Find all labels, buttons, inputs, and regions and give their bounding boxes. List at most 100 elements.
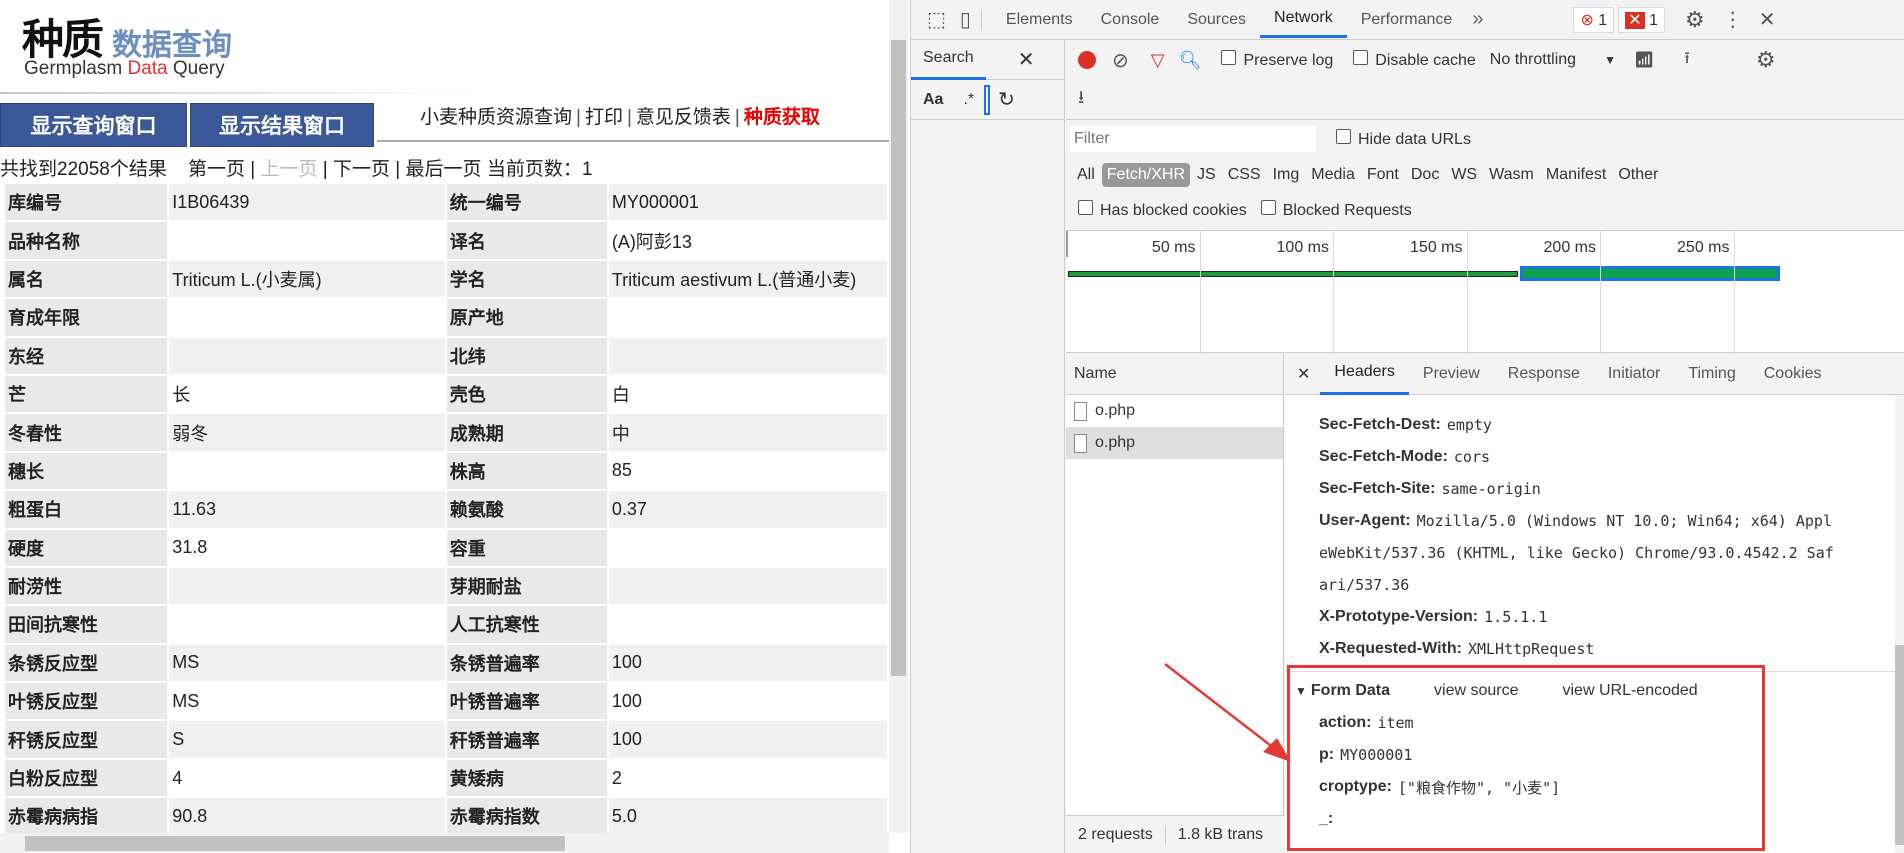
search-icon[interactable]: 🔍︎ [1179,50,1202,71]
field-label: 北纬 [444,335,609,376]
field-value [606,604,889,645]
import-har-icon[interactable]: ⭱ [1684,47,1690,74]
timeline-tick-label: 50 ms [1151,239,1196,256]
field-label: 株高 [444,450,609,492]
field-value [167,604,447,645]
field-value: 31.8 [167,527,447,568]
tab-headers[interactable]: Headers [1320,353,1409,395]
filter-icon[interactable]: ▽ [1151,50,1165,71]
close-details-icon[interactable]: ✕ [1297,364,1310,384]
table-row: 芒长壳色白 [2,373,889,415]
field-value: Triticum L.(小麦属) [167,258,447,300]
field-value: 85 [606,450,889,492]
export-har-icon[interactable]: ⭳ [1078,85,1084,115]
acquire-link[interactable]: 种质获取 [744,107,820,128]
search-input-caret[interactable] [984,84,991,115]
type-filter-font[interactable]: Font [1362,163,1404,187]
timeline-overview[interactable]: 50 ms 100 ms 150 ms 200 ms 250 ms [1066,231,1904,353]
horizontal-scroll-thumb[interactable] [25,836,565,851]
search-tab[interactable]: Search [911,40,986,80]
hide-data-urls-checkbox[interactable]: Hide data URLs [1336,129,1471,149]
network-conditions-icon[interactable]: 📶︎ [1634,50,1654,70]
tab-performance[interactable]: Performance [1347,1,1467,38]
request-row[interactable]: o.php [1066,427,1283,459]
issue-flag-icon: ✕ [1625,11,1645,29]
tab-elements[interactable]: Elements [992,1,1087,38]
name-column-header[interactable]: Name [1066,353,1283,395]
type-filter-js[interactable]: JS [1192,163,1221,187]
clipped-header [1285,395,1904,409]
record-icon[interactable] [1078,51,1096,69]
type-filter-manifest[interactable]: Manifest [1541,163,1611,187]
tab-preview[interactable]: Preview [1409,353,1494,395]
settings-icon[interactable]: ⚙ [1685,7,1705,33]
blocked-cookies-checkbox[interactable]: Has blocked cookies [1078,200,1247,220]
refresh-icon[interactable]: ↻ [998,87,1015,112]
show-query-window-button[interactable]: 显示查询窗口 [0,103,187,147]
tab-cookies[interactable]: Cookies [1750,353,1836,395]
type-filter-all[interactable]: All [1072,163,1100,187]
table-row: 东经 北纬 [2,335,889,376]
field-label: 叶锈反应型 [2,681,170,722]
table-row: 田间抗寒性 人工抗寒性 [2,604,889,645]
tab-response[interactable]: Response [1494,353,1594,395]
wheat-query-link[interactable]: 小麦种质资源查询 [420,107,572,128]
more-options-icon[interactable]: ⋮ [1723,7,1743,32]
type-filter-doc[interactable]: Doc [1406,163,1444,187]
first-page-link[interactable]: 第一页 [188,159,245,180]
tab-sources[interactable]: Sources [1173,1,1260,38]
tab-timing[interactable]: Timing [1674,353,1749,395]
view-source-link[interactable]: view source [1434,682,1518,700]
disable-cache-checkbox[interactable]: Disable cache [1353,50,1476,70]
field-label: 白粉反应型 [2,757,170,799]
field-value [606,565,889,607]
field-label: 硬度 [2,527,170,568]
type-filter-ws[interactable]: WS [1446,163,1482,187]
search-panel: Search ✕ Aa .* ↻ [911,40,1065,853]
form-data-title[interactable]: Form Data [1311,682,1390,700]
more-tabs-button[interactable]: » [1472,8,1483,31]
print-link[interactable]: 打印 [585,107,623,128]
tab-initiator[interactable]: Initiator [1594,353,1674,395]
timeline-tick-label: 200 ms [1543,239,1596,256]
details-scrollbar[interactable] [1895,395,1904,853]
last-page-link[interactable]: 最后一页 [406,159,482,180]
type-filter-img[interactable]: Img [1268,163,1305,187]
throttling-select[interactable]: No throttling ▼ [1490,51,1616,69]
field-value: 0.37 [606,489,889,530]
filter-input[interactable] [1070,126,1316,152]
issues-count-badge[interactable]: ✕ 1 [1618,6,1665,33]
close-search-icon[interactable]: ✕ [1018,47,1035,72]
match-case-button[interactable]: Aa [923,91,943,109]
type-filter-css[interactable]: CSS [1223,163,1266,187]
preserve-log-checkbox[interactable]: Preserve log [1221,50,1333,70]
header-row: X-Requested-With: XMLHttpRequest [1319,633,1904,665]
type-filter-media[interactable]: Media [1306,163,1360,187]
tab-network[interactable]: Network [1260,1,1347,38]
field-label: 穗长 [2,450,170,492]
header-value: same-origin [1441,480,1541,498]
type-filter-fetch-xhr[interactable]: Fetch/XHR [1101,163,1191,187]
timeline-gridline [1600,231,1601,353]
network-settings-icon[interactable]: ⚙ [1756,47,1776,73]
header-row: X-Prototype-Version: 1.5.1.1 [1319,601,1904,633]
field-value: 4 [167,757,447,799]
feedback-link[interactable]: 意见反馈表 [636,107,731,128]
blocked-requests-checkbox[interactable]: Blocked Requests [1260,200,1412,220]
vertical-scroll-thumb[interactable] [891,40,906,676]
error-count-badge[interactable]: ⊗ 1 [1573,6,1615,33]
table-row: 库编号 I1B06439 统一编号 MY000001 [2,181,889,223]
device-toolbar-icon[interactable]: ▯ [960,7,971,32]
field-label: 东经 [2,335,170,376]
show-result-window-button[interactable]: 显示结果窗口 [190,103,374,147]
request-row[interactable]: o.php [1066,395,1283,427]
inspect-element-icon[interactable]: ⬚ [927,7,946,32]
next-page-link[interactable]: 下一页 [333,159,390,180]
regex-button[interactable]: .* [963,91,974,109]
type-filter-wasm[interactable]: Wasm [1484,163,1539,187]
close-devtools-icon[interactable]: ✕ [1759,7,1776,32]
clear-icon[interactable]: ⊘ [1112,48,1129,73]
tab-console[interactable]: Console [1087,1,1174,38]
type-filter-other[interactable]: Other [1613,163,1663,187]
view-url-encoded-link[interactable]: view URL-encoded [1563,682,1698,700]
